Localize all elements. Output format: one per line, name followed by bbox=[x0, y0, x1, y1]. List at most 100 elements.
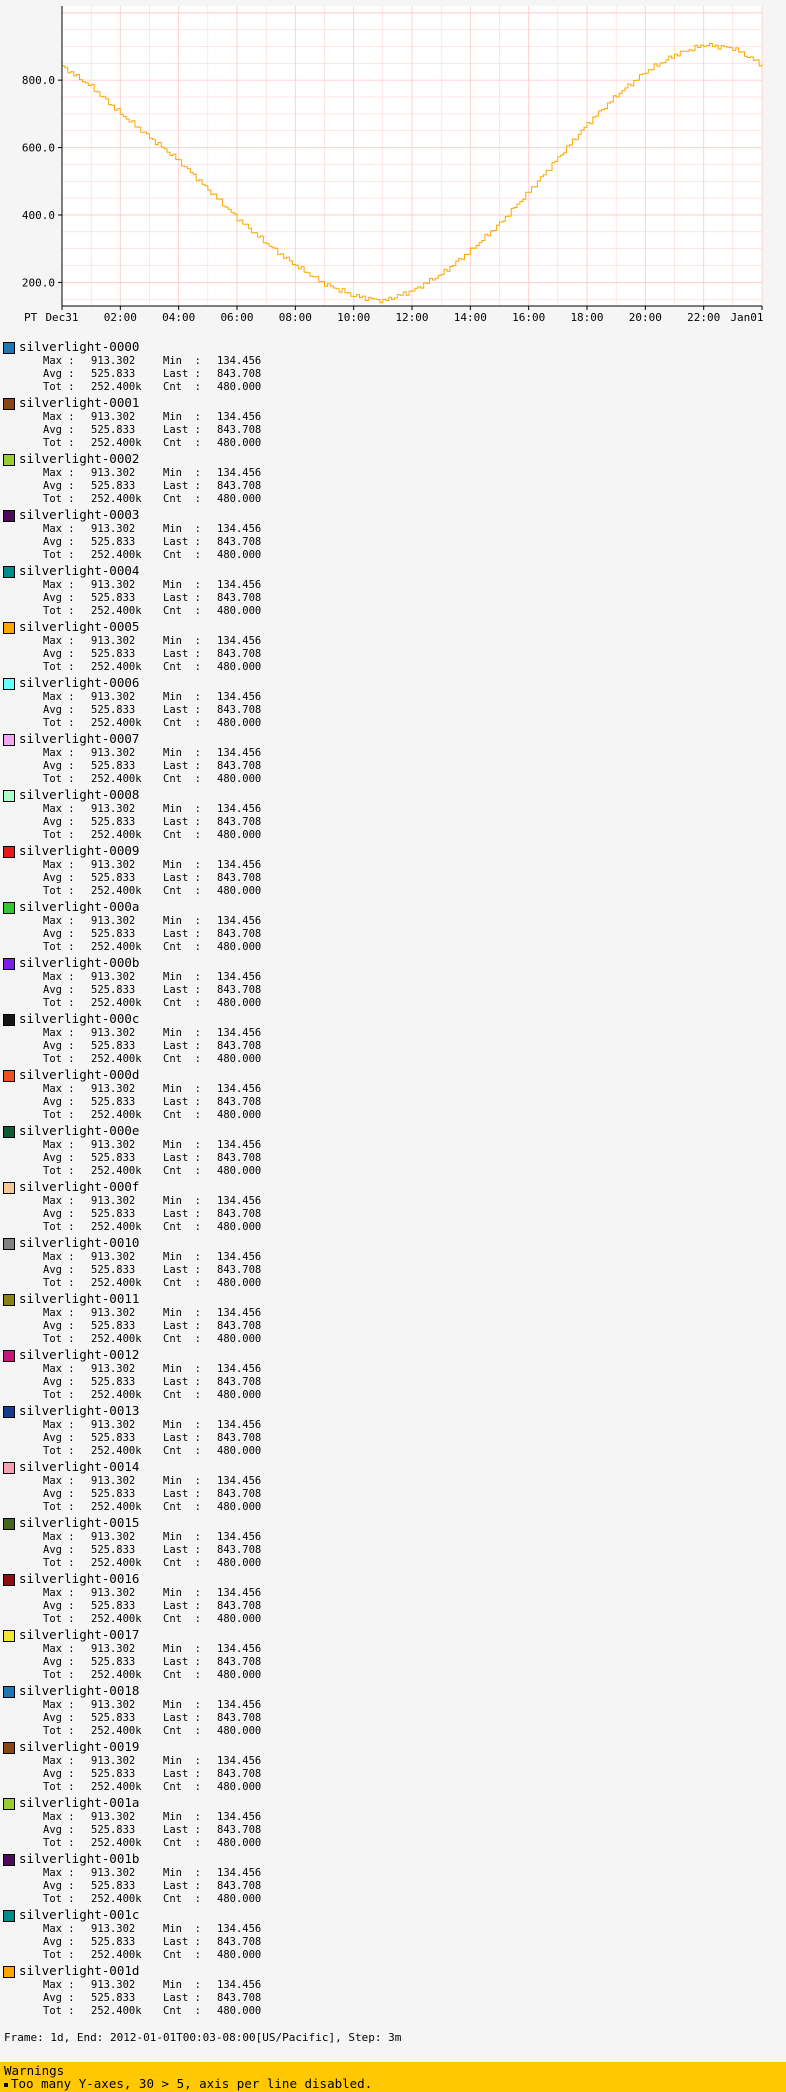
legend-entry: silverlight-0006 Max : 913.302 Min : 134.456… bbox=[0, 675, 786, 732]
series-name: silverlight-0007 bbox=[19, 731, 140, 746]
stat-row-max-min: Max : 913.302 Min : 134.456 bbox=[43, 1643, 277, 1656]
max-label: Max : bbox=[43, 1139, 75, 1151]
stat-row-max-min: Max : 913.302 Min : 134.456 bbox=[43, 1083, 277, 1096]
min-label: Min : bbox=[163, 1307, 201, 1319]
series-color-swatch bbox=[3, 790, 15, 802]
stat-row-tot-cnt: Tot : 252.400k Cnt : 480.000 bbox=[43, 605, 277, 618]
avg-value: 525.833 bbox=[91, 1544, 136, 1556]
min-label: Min : bbox=[163, 915, 201, 927]
min-value: 134.456 bbox=[217, 1587, 262, 1599]
avg-label: Avg : bbox=[43, 424, 75, 436]
avg-label: Avg : bbox=[43, 1824, 75, 1836]
cnt-label: Cnt : bbox=[163, 1669, 201, 1681]
legend-entry: silverlight-0019 Max : 913.302 Min : 134.456… bbox=[0, 1739, 786, 1796]
cnt-value: 480.000 bbox=[217, 1949, 262, 1961]
stat-row-avg-last: Avg : 525.833 Last : 843.708 bbox=[43, 1824, 277, 1837]
stat-row-max-min: Max : 913.302 Min : 134.456 bbox=[43, 1307, 277, 1320]
series-name: silverlight-0014 bbox=[19, 1459, 140, 1474]
last-label: Last : bbox=[163, 816, 201, 828]
avg-value: 525.833 bbox=[91, 1152, 136, 1164]
x-axis-ticks: Dec31 02:00 04:00 06:00 08:00 10:00 12:00 14:00… bbox=[45, 306, 764, 324]
min-label: Min : bbox=[163, 1027, 201, 1039]
legend-entry: silverlight-0012 Max : 913.302 Min : 134.456… bbox=[0, 1347, 786, 1404]
tot-value: 252.400k bbox=[91, 1165, 142, 1177]
min-label: Min : bbox=[163, 467, 201, 479]
last-value: 843.708 bbox=[217, 1992, 262, 2004]
avg-label: Avg : bbox=[43, 1544, 75, 1556]
cnt-label: Cnt : bbox=[163, 717, 201, 729]
stat-row-tot-cnt: Tot : 252.400k Cnt : 480.000 bbox=[43, 1893, 277, 1906]
max-value: 913.302 bbox=[91, 1363, 136, 1375]
max-value: 913.302 bbox=[91, 859, 136, 871]
min-value: 134.456 bbox=[217, 355, 262, 367]
max-value: 913.302 bbox=[91, 523, 136, 535]
last-label: Last : bbox=[163, 1712, 201, 1724]
stat-row-max-min: Max : 913.302 Min : 134.456 bbox=[43, 803, 277, 816]
legend-entry: silverlight-0010 Max : 913.302 Min : 134.456… bbox=[0, 1235, 786, 1292]
last-value: 843.708 bbox=[217, 1040, 262, 1052]
last-value: 843.708 bbox=[217, 1264, 262, 1276]
tot-label: Tot : bbox=[43, 1557, 75, 1569]
min-value: 134.456 bbox=[217, 579, 262, 591]
last-value: 843.708 bbox=[217, 1096, 262, 1108]
last-label: Last : bbox=[163, 648, 201, 660]
max-value: 913.302 bbox=[91, 1867, 136, 1879]
series-color-swatch bbox=[3, 566, 15, 578]
cnt-value: 480.000 bbox=[217, 1333, 262, 1345]
stat-row-tot-cnt: Tot : 252.400k Cnt : 480.000 bbox=[43, 1333, 277, 1346]
tot-value: 252.400k bbox=[91, 1893, 142, 1905]
legend-entry: silverlight-0002 Max : 913.302 Min : 134.456… bbox=[0, 451, 786, 508]
y-tick-label: 600.0 bbox=[22, 142, 55, 155]
avg-label: Avg : bbox=[43, 704, 75, 716]
min-value: 134.456 bbox=[217, 971, 262, 983]
last-label: Last : bbox=[163, 984, 201, 996]
cnt-value: 480.000 bbox=[217, 1893, 262, 1905]
stat-row-tot-cnt: Tot : 252.400k Cnt : 480.000 bbox=[43, 661, 277, 674]
series-color-swatch bbox=[3, 1686, 15, 1698]
min-label: Min : bbox=[163, 1755, 201, 1767]
series-color-swatch bbox=[3, 454, 15, 466]
avg-label: Avg : bbox=[43, 1320, 75, 1332]
stat-row-tot-cnt: Tot : 252.400k Cnt : 480.000 bbox=[43, 1277, 277, 1290]
series-name: silverlight-0015 bbox=[19, 1515, 140, 1530]
last-value: 843.708 bbox=[217, 648, 262, 660]
series-name: silverlight-0018 bbox=[19, 1683, 140, 1698]
min-label: Min : bbox=[163, 803, 201, 815]
min-value: 134.456 bbox=[217, 747, 262, 759]
min-value: 134.456 bbox=[217, 1363, 262, 1375]
max-label: Max : bbox=[43, 747, 75, 759]
tot-value: 252.400k bbox=[91, 437, 142, 449]
min-label: Min : bbox=[163, 1531, 201, 1543]
min-label: Min : bbox=[163, 523, 201, 535]
stat-row-tot-cnt: Tot : 252.400k Cnt : 480.000 bbox=[43, 1781, 277, 1794]
avg-label: Avg : bbox=[43, 480, 75, 492]
avg-value: 525.833 bbox=[91, 1040, 136, 1052]
series-color-swatch bbox=[3, 1518, 15, 1530]
max-value: 913.302 bbox=[91, 355, 136, 367]
min-label: Min : bbox=[163, 1195, 201, 1207]
max-label: Max : bbox=[43, 1531, 75, 1543]
last-label: Last : bbox=[163, 480, 201, 492]
avg-value: 525.833 bbox=[91, 1992, 136, 2004]
max-value: 913.302 bbox=[91, 1475, 136, 1487]
last-value: 843.708 bbox=[217, 536, 262, 548]
tot-value: 252.400k bbox=[91, 1669, 142, 1681]
series-name: silverlight-0009 bbox=[19, 843, 140, 858]
stat-row-max-min: Max : 913.302 Min : 134.456 bbox=[43, 1419, 277, 1432]
tot-label: Tot : bbox=[43, 1445, 75, 1457]
stat-row-avg-last: Avg : 525.833 Last : 843.708 bbox=[43, 1880, 277, 1893]
stat-row-max-min: Max : 913.302 Min : 134.456 bbox=[43, 1923, 277, 1936]
tot-value: 252.400k bbox=[91, 1221, 142, 1233]
stat-row-avg-last: Avg : 525.833 Last : 843.708 bbox=[43, 1992, 277, 2005]
legend-entry: silverlight-0008 Max : 913.302 Min : 134.456… bbox=[0, 787, 786, 844]
x-tick-label: 10:00 bbox=[337, 311, 370, 324]
warnings-panel: Warnings Too many Y-axes, 30 > 5, axis p… bbox=[0, 2062, 786, 2092]
stat-row-avg-last: Avg : 525.833 Last : 843.708 bbox=[43, 984, 277, 997]
stat-row-max-min: Max : 913.302 Min : 134.456 bbox=[43, 411, 277, 424]
min-label: Min : bbox=[163, 579, 201, 591]
series-color-swatch bbox=[3, 398, 15, 410]
stat-row-tot-cnt: Tot : 252.400k Cnt : 480.000 bbox=[43, 437, 277, 450]
tot-label: Tot : bbox=[43, 1165, 75, 1177]
avg-value: 525.833 bbox=[91, 480, 136, 492]
last-label: Last : bbox=[163, 1936, 201, 1948]
